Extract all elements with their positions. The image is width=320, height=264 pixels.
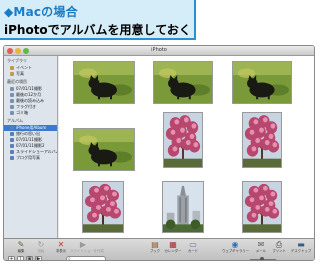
tool-button[interactable]: ▭ カード [180,240,206,254]
desktop-icon: ▬ [297,240,305,249]
web-gallery-icon: ◉ [231,240,239,249]
sidebar-item[interactable]: ブログ用写真 [4,155,57,161]
album-icon [10,156,14,160]
slideshow-icon: ▶ [79,240,87,249]
event-icon [10,111,14,115]
album-icon [10,150,14,154]
search-input[interactable]: ⌕ [66,256,106,261]
zoom-slider[interactable] [250,257,276,260]
photo-thumbnail-pink-blossom-tree[interactable] [163,112,203,168]
tool-label: ウェブギャラリー [222,249,250,253]
photo-thumbnail-pink-blossom-tree[interactable] [82,181,124,233]
event-icon [10,99,14,103]
album-icon [10,144,14,148]
tool-button[interactable]: ▬ デスクトップ [288,240,314,254]
source-list: ライブラリ イベント 写真 最近の項目 07/01/11撮影 最後の12か月 最後の読み込み… [4,56,58,238]
tool-label: デスクトップ [290,249,312,253]
photo-thumbnail-black-cat-on-grass[interactable] [73,61,135,104]
tool-label: スライドショーを作成 [70,249,104,253]
event-icon [10,87,14,91]
photo-thumbnail-black-cat-on-grass[interactable] [232,61,292,104]
photo-thumbnail-black-cat-on-grass[interactable] [73,128,135,171]
event-icon [10,105,14,109]
sidebar-section-heading[interactable]: 最近の項目 [4,77,57,86]
sidebar-section-heading[interactable]: アルバム [4,116,57,125]
iphoto-window: iPhoto ライブラリ イベント 写真 最近の項目 07/01/11撮影 最後の12か月… [3,45,315,261]
caption-title: ◆Macの場合 [4,5,78,19]
info-button[interactable]: i [17,256,24,260]
fullscreen-button[interactable]: ▣ [26,256,33,260]
sidebar-item-label: 写真 [16,71,24,76]
toolbar: + i ▣ ▶ ⌕ ✎ 編集 ↻ 回転 ✕ 非表示 ▶ スライドショーを作成 ▤ ブック ▦ カレンダ… [4,238,314,261]
title-bar[interactable]: iPhoto [4,46,314,56]
sidebar-item-label: ゴミ箱 [16,110,28,115]
sidebar-item-label: ブログ用写真 [16,155,40,160]
tool-label: カード [187,249,199,253]
zoom-slider-knob[interactable] [260,257,264,260]
search-icon: ⌕ [68,256,71,261]
bottom-bar: + i ▣ ▶ ⌕ [4,255,314,261]
caption-banner: ◆Macの場合 iPhotoでアルバムを用意しておく [0,0,318,40]
play-slideshow-button[interactable]: ▶ [35,256,42,260]
tool-button[interactable]: ▶ スライドショーを作成 [70,240,104,254]
add-button[interactable]: + [8,256,15,260]
window-title: iPhoto [151,47,167,53]
photo-thumbnail-pink-blossom-tree[interactable] [242,181,282,233]
library-icon [10,66,14,70]
event-icon [10,93,14,97]
card-icon: ▭ [189,240,197,249]
album-icon [10,126,14,130]
sidebar-section-heading[interactable]: ライブラリ [4,56,57,65]
library-icon [10,72,14,76]
photo-grid [59,56,314,238]
caption-subtitle: iPhotoでアルバムを用意しておく [4,23,191,37]
album-icon [10,132,14,136]
photo-thumbnail-pink-blossom-tree[interactable] [242,112,282,168]
tool-button[interactable]: ◉ ウェブギャラリー [222,240,250,254]
photo-thumbnail-black-cat-on-grass[interactable] [153,61,213,104]
photo-thumbnail-tower-building[interactable] [162,181,204,233]
album-icon [10,138,14,142]
